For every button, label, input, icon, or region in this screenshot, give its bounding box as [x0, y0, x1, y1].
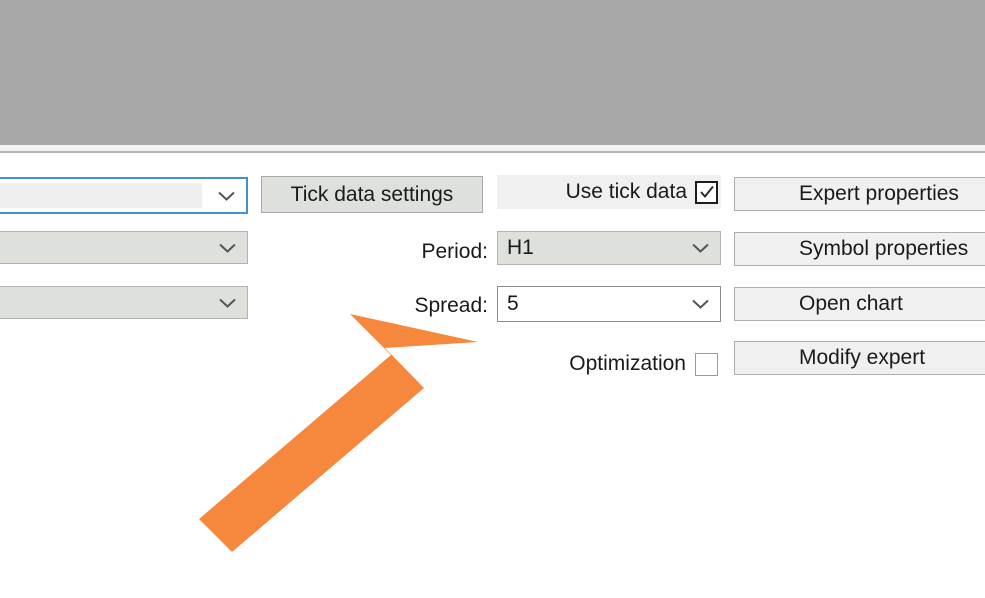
symbol-properties-button[interactable]: Symbol properties — [734, 232, 985, 266]
period-combobox-value: H1 — [507, 236, 534, 259]
chevron-down-icon[interactable] — [680, 232, 720, 264]
chevron-down-icon[interactable] — [207, 287, 247, 318]
settings-content-area — [0, 153, 985, 598]
chevron-down-icon[interactable] — [207, 232, 247, 263]
checkmark-icon — [699, 184, 715, 200]
tick-data-settings-button[interactable]: Tick data settings — [261, 176, 483, 213]
optimization-label: Optimization — [569, 352, 686, 375]
top-gray-panel — [0, 0, 985, 145]
chevron-down-icon[interactable] — [680, 287, 720, 321]
period-combobox[interactable]: H1 — [497, 231, 721, 265]
symbol-combobox-field — [0, 183, 202, 208]
optimization-row[interactable]: Optimization — [497, 350, 721, 378]
use-tick-data-label: Use tick data — [565, 180, 687, 203]
expert-properties-button[interactable]: Expert properties — [734, 177, 985, 211]
symbol-combobox[interactable] — [0, 177, 248, 214]
open-chart-button[interactable]: Open chart — [734, 287, 985, 321]
optimization-checkbox[interactable] — [695, 352, 718, 376]
spread-label: Spread: — [414, 294, 488, 317]
model-combobox[interactable] — [0, 231, 248, 264]
chevron-down-icon[interactable] — [206, 179, 246, 212]
date-combobox[interactable] — [0, 286, 248, 319]
use-tick-data-row[interactable]: Use tick data — [497, 175, 721, 209]
modify-expert-button[interactable]: Modify expert — [734, 341, 985, 375]
period-label: Period: — [421, 240, 488, 263]
spread-combobox-value[interactable]: 5 — [498, 292, 680, 316]
use-tick-data-checkbox[interactable] — [695, 180, 718, 204]
spread-combobox[interactable]: 5 — [497, 286, 721, 322]
